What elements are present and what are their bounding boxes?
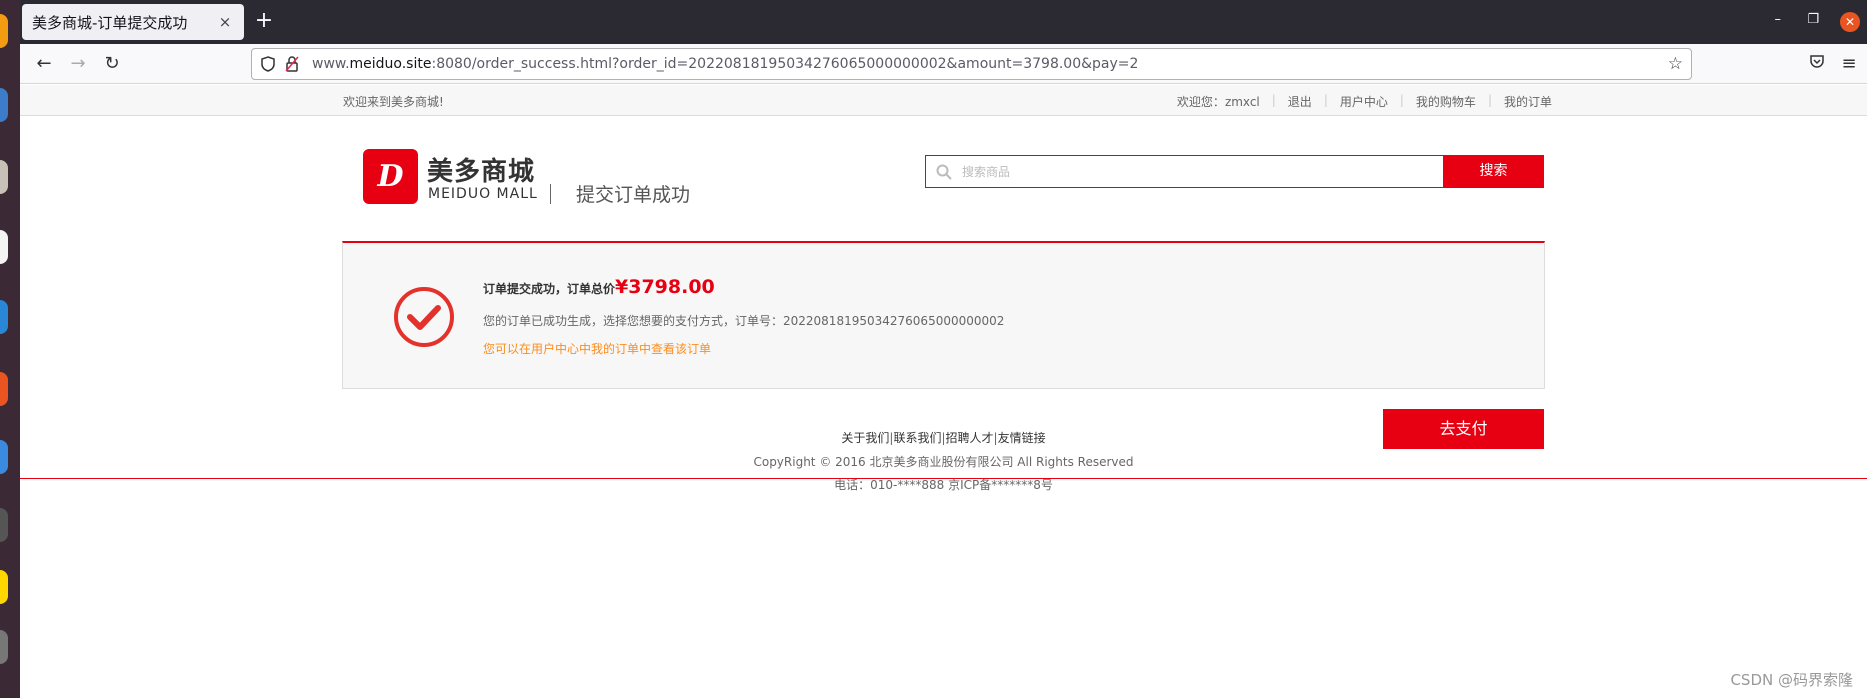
minimize-icon[interactable]: – [1775, 12, 1782, 27]
site-header: D 美多商城 MEIDUO MALL 提交订单成功 搜索 [20, 116, 1867, 232]
footer-links: 关于我们|联系我们|招聘人才|友情链接 [20, 429, 1867, 446]
user-center-link[interactable]: 用户中心 [1340, 93, 1388, 110]
logo-cn[interactable]: 美多商城 [427, 151, 535, 188]
dock-app-help[interactable] [0, 440, 8, 474]
insecure-lock-icon[interactable] [284, 56, 300, 72]
search-icon [936, 164, 952, 180]
phone-icp-text: 电话：010-****888 京ICP备*******8号 [834, 478, 1053, 492]
dock-app-vscode[interactable] [0, 300, 8, 334]
logout-link[interactable]: 退出 [1288, 93, 1312, 110]
success-headline: 订单提交成功，订单总价¥3798.00 [483, 276, 715, 298]
separator: | [1487, 93, 1492, 107]
browser-titlebar: 美多商城-订单提交成功 × + – ❐ ✕ [20, 0, 1867, 44]
order-total-price: ¥3798.00 [615, 276, 715, 298]
logo-mark[interactable]: D [363, 149, 418, 204]
shield-icon[interactable] [260, 56, 276, 72]
dock-app-pycharm[interactable] [0, 570, 8, 604]
browser-navbar: ← → ↻ www.meiduo.site:8080/order_success… [20, 44, 1867, 84]
tab-close-icon[interactable]: × [216, 13, 234, 31]
url-text: www.meiduo.site:8080/order_success.html?… [312, 56, 1139, 72]
tab-order-success[interactable]: 美多商城-订单提交成功 × [22, 4, 244, 40]
os-dock [0, 0, 20, 698]
dock-app-terminal[interactable] [0, 508, 8, 542]
check-circle-icon [394, 287, 454, 347]
footer-link-jobs[interactable]: 招聘人才 [946, 431, 994, 445]
footer-link-contact[interactable]: 联系我们 [893, 431, 941, 445]
web-page: 欢迎来到美多商城! 欢迎您：zmxcl | 退出 | 用户中心 | 我的购物车 … [20, 85, 1867, 698]
watermark-text: CSDN @码界索隆 [1730, 671, 1853, 689]
site-topbar: 欢迎来到美多商城! 欢迎您：zmxcl | 退出 | 用户中心 | 我的购物车 … [20, 85, 1867, 116]
window-close-icon[interactable]: ✕ [1840, 12, 1860, 32]
header-divider [550, 184, 551, 204]
new-tab-icon[interactable]: + [252, 10, 276, 34]
dock-app-firefox[interactable] [0, 14, 8, 48]
separator: | [1271, 93, 1276, 107]
forward-icon[interactable]: → [66, 52, 90, 76]
dock-app-thunderbird[interactable] [0, 88, 8, 122]
separator: | [1399, 93, 1404, 107]
orders-link[interactable]: 我的订单 [1504, 93, 1552, 110]
pocket-icon[interactable] [1805, 52, 1829, 76]
cart-link[interactable]: 我的购物车 [1416, 93, 1476, 110]
page-title: 提交订单成功 [576, 184, 691, 206]
dock-app-trash[interactable] [0, 630, 8, 664]
reload-icon[interactable]: ↻ [100, 52, 124, 76]
logo-en[interactable]: MEIDUO MALL [428, 186, 538, 202]
order-number-text: 您的订单已成功生成，选择您想要的支付方式，订单号：202208181950342… [483, 314, 1005, 328]
search-input[interactable] [962, 156, 1442, 187]
username-link[interactable]: zmxcl [1225, 95, 1260, 109]
separator: | [1323, 93, 1328, 107]
menu-icon[interactable]: ≡ [1837, 52, 1861, 76]
search-box: 搜索 [925, 155, 1544, 188]
browser-window: 美多商城-订单提交成功 × + – ❐ ✕ ← → ↻ www.meiduo.s… [20, 0, 1867, 698]
copyright-text: CopyRight © 2016 北京美多商业股份有限公司 All Rights… [753, 455, 1134, 469]
back-icon[interactable]: ← [32, 52, 56, 76]
dock-app-software[interactable] [0, 372, 8, 406]
welcome-text: 欢迎来到美多商城! [343, 95, 444, 109]
dock-app-files[interactable] [0, 160, 8, 194]
restore-icon[interactable]: ❐ [1807, 12, 1819, 27]
url-bar[interactable]: www.meiduo.site:8080/order_success.html?… [251, 48, 1692, 80]
user-links: 欢迎您：zmxcl | 退出 | 用户中心 | 我的购物车 | 我的订单 [1177, 93, 1552, 110]
search-button[interactable]: 搜索 [1443, 155, 1544, 188]
footer-link-friends[interactable]: 友情链接 [998, 431, 1046, 445]
bookmark-star-icon[interactable]: ☆ [1668, 54, 1683, 74]
dock-app-editor[interactable] [0, 230, 8, 264]
order-success-panel: 订单提交成功，订单总价¥3798.00 您的订单已成功生成，选择您想要的支付方式… [342, 241, 1545, 389]
tab-title: 美多商城-订单提交成功 [32, 13, 188, 32]
footer-link-about[interactable]: 关于我们 [841, 431, 889, 445]
user-greeting: 欢迎您：zmxcl [1176, 95, 1260, 109]
view-order-hint[interactable]: 您可以在用户中心中我的订单中查看该订单 [483, 340, 711, 357]
